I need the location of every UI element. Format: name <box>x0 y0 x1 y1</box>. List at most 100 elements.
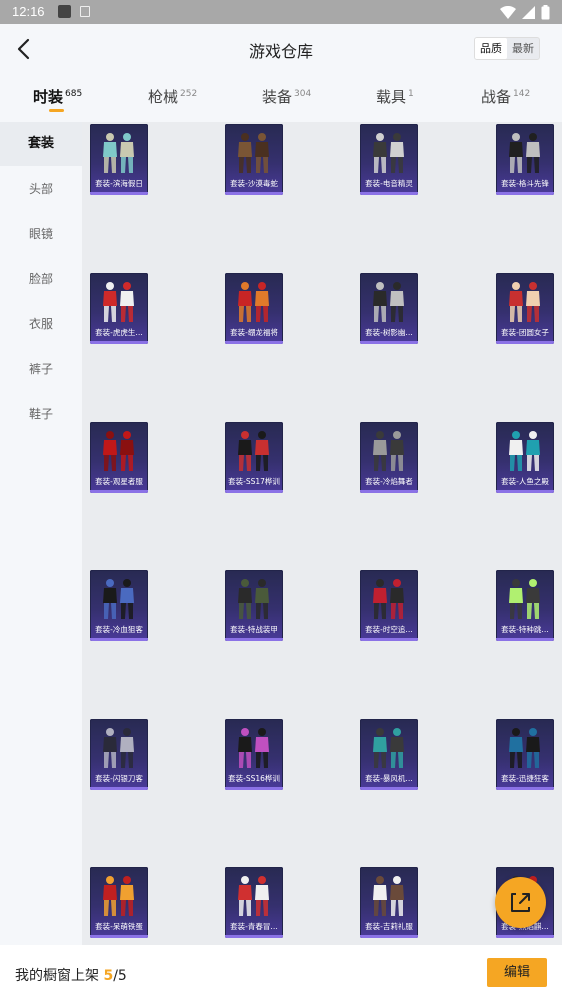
outfit-thumbnail <box>238 282 269 322</box>
outfit-thumbnail <box>373 282 404 322</box>
rarity-bar <box>496 490 554 493</box>
rarity-bar <box>90 787 148 790</box>
outfit-name: 套装-青春冒… <box>230 922 278 931</box>
outfit-name: 套装-绷龙福将 <box>230 328 278 337</box>
sidebar-item-glasses[interactable]: 眼镜 <box>0 212 82 256</box>
outfit-name: 套装-冷血狙客 <box>95 625 143 634</box>
outfit-card[interactable]: 套装-滨海假日 <box>90 124 148 195</box>
rarity-bar <box>225 341 283 344</box>
rarity-bar <box>225 935 283 938</box>
active-tab-indicator <box>49 109 64 112</box>
outfit-card[interactable]: 套装-观星者服 <box>90 422 148 493</box>
rarity-bar <box>225 638 283 641</box>
sort-quality-option[interactable]: 品质 <box>475 38 507 59</box>
sidebar-item-pants[interactable]: 裤子 <box>0 347 82 391</box>
footer-bar: 我的橱窗上架 5/5 编辑 <box>0 945 562 999</box>
rarity-bar <box>496 935 554 938</box>
status-time: 12:16 <box>12 4 45 19</box>
external-link-icon <box>511 893 530 912</box>
outfit-thumbnail <box>103 579 134 619</box>
sidebar: 套装 头部 眼镜 脸部 衣服 裤子 鞋子 <box>0 122 82 945</box>
rarity-bar <box>90 935 148 938</box>
rarity-bar <box>360 341 418 344</box>
header: 游戏仓库 品质 最新 <box>0 24 562 74</box>
wifi-icon <box>500 5 516 19</box>
tab-vehicles[interactable]: 载具 1 <box>376 86 414 107</box>
outfit-card[interactable]: 套装-SS17桦训 <box>225 422 283 493</box>
rarity-bar <box>225 787 283 790</box>
outfit-thumbnail <box>509 133 540 173</box>
sim-icon <box>80 6 90 17</box>
outfit-name: 套装-闪银刀客 <box>95 774 143 783</box>
outfit-card[interactable]: 套装-迅捷狂客 <box>496 719 554 790</box>
outfit-name: 套装-格斗先锋 <box>501 179 549 188</box>
outfit-card[interactable]: 套装-冷焰舞者 <box>360 422 418 493</box>
rarity-bar <box>496 192 554 195</box>
tab-label: 枪械 <box>148 88 179 106</box>
outfit-card[interactable]: 套装-团圆女子 <box>496 273 554 344</box>
outfit-name: 套装-特种跳… <box>501 625 549 634</box>
rarity-bar <box>360 490 418 493</box>
rarity-bar <box>90 490 148 493</box>
rarity-bar <box>496 341 554 344</box>
outfit-thumbnail <box>103 282 134 322</box>
sidebar-item-head[interactable]: 头部 <box>0 167 82 211</box>
outfit-card[interactable]: 套装-吉莉礼服 <box>360 867 418 938</box>
outfit-card[interactable]: 套装-SS16桦训 <box>225 719 283 790</box>
status-bar: 12:16 <box>0 0 562 24</box>
outfit-card[interactable]: 套装-冷血狙客 <box>90 570 148 641</box>
outfit-name: 套装-电音精灵 <box>365 179 413 188</box>
sidebar-item-suits[interactable]: 套装 <box>0 122 82 166</box>
outfit-card[interactable]: 套装-闪银刀客 <box>90 719 148 790</box>
share-button[interactable] <box>495 877 546 928</box>
tab-label: 装备 <box>262 88 293 106</box>
outfit-card[interactable]: 套装-特种跳… <box>496 570 554 641</box>
signal-icon <box>522 5 535 19</box>
sort-newest-option[interactable]: 最新 <box>507 38 539 59</box>
tab-supplies[interactable]: 战备 142 <box>481 86 530 107</box>
outfit-card[interactable]: 套装-沙漠毒蛇 <box>225 124 283 195</box>
outfit-thumbnail <box>373 579 404 619</box>
outfit-thumbnail <box>103 876 134 916</box>
rarity-bar <box>496 787 554 790</box>
tab-count: 252 <box>180 89 198 99</box>
sidebar-item-clothes[interactable]: 衣服 <box>0 302 82 346</box>
outfit-card[interactable]: 套装-格斗先锋 <box>496 124 554 195</box>
showcase-label: 我的橱窗上架 <box>15 968 99 984</box>
battery-icon <box>541 4 550 19</box>
sort-toggle[interactable]: 品质 最新 <box>474 37 540 60</box>
item-grid: 套装-滨海假日 套装-沙漠毒蛇 套装-电音精灵 套装-格斗先锋套装-虎虎生… 套装-绷龙… <box>82 122 562 945</box>
outfit-name: 套装-时空追… <box>365 625 413 634</box>
outfit-card[interactable]: 套装-呆萌铁蛋 <box>90 867 148 938</box>
outfit-thumbnail <box>238 431 269 471</box>
tab-label: 载具 <box>376 88 407 106</box>
sidebar-item-face[interactable]: 脸部 <box>0 257 82 301</box>
outfit-thumbnail <box>373 728 404 768</box>
outfit-card[interactable]: 套装-树影幽… <box>360 273 418 344</box>
rarity-bar <box>496 638 554 641</box>
rarity-bar <box>225 192 283 195</box>
outfit-card[interactable]: 套装-绷龙福将 <box>225 273 283 344</box>
outfit-card[interactable]: 套装-暴风机… <box>360 719 418 790</box>
outfit-name: 套装-暴风机… <box>365 774 413 783</box>
edit-button[interactable]: 编辑 <box>487 958 547 987</box>
outfit-thumbnail <box>509 728 540 768</box>
outfit-card[interactable]: 套装-电音精灵 <box>360 124 418 195</box>
outfit-thumbnail <box>373 133 404 173</box>
tab-fashion[interactable]: 时装 685 <box>33 86 82 107</box>
outfit-card[interactable]: 套装-时空追… <box>360 570 418 641</box>
tab-guns[interactable]: 枪械 252 <box>148 86 197 107</box>
outfit-thumbnail <box>103 728 134 768</box>
outfit-card[interactable]: 套装-人鱼之殿 <box>496 422 554 493</box>
outfit-card[interactable]: 套装-特战装甲 <box>225 570 283 641</box>
rarity-bar <box>90 341 148 344</box>
rarity-bar <box>90 638 148 641</box>
outfit-card[interactable]: 套装-青春冒… <box>225 867 283 938</box>
outfit-card[interactable]: 套装-虎虎生… <box>90 273 148 344</box>
sidebar-item-shoes[interactable]: 鞋子 <box>0 392 82 436</box>
outfit-thumbnail <box>509 282 540 322</box>
outfit-name: 套装-吉莉礼服 <box>365 922 413 931</box>
outfit-name: 套装-观星者服 <box>95 477 143 486</box>
outfit-name: 套装-团圆女子 <box>501 328 549 337</box>
tab-equipment[interactable]: 装备 304 <box>262 86 311 107</box>
